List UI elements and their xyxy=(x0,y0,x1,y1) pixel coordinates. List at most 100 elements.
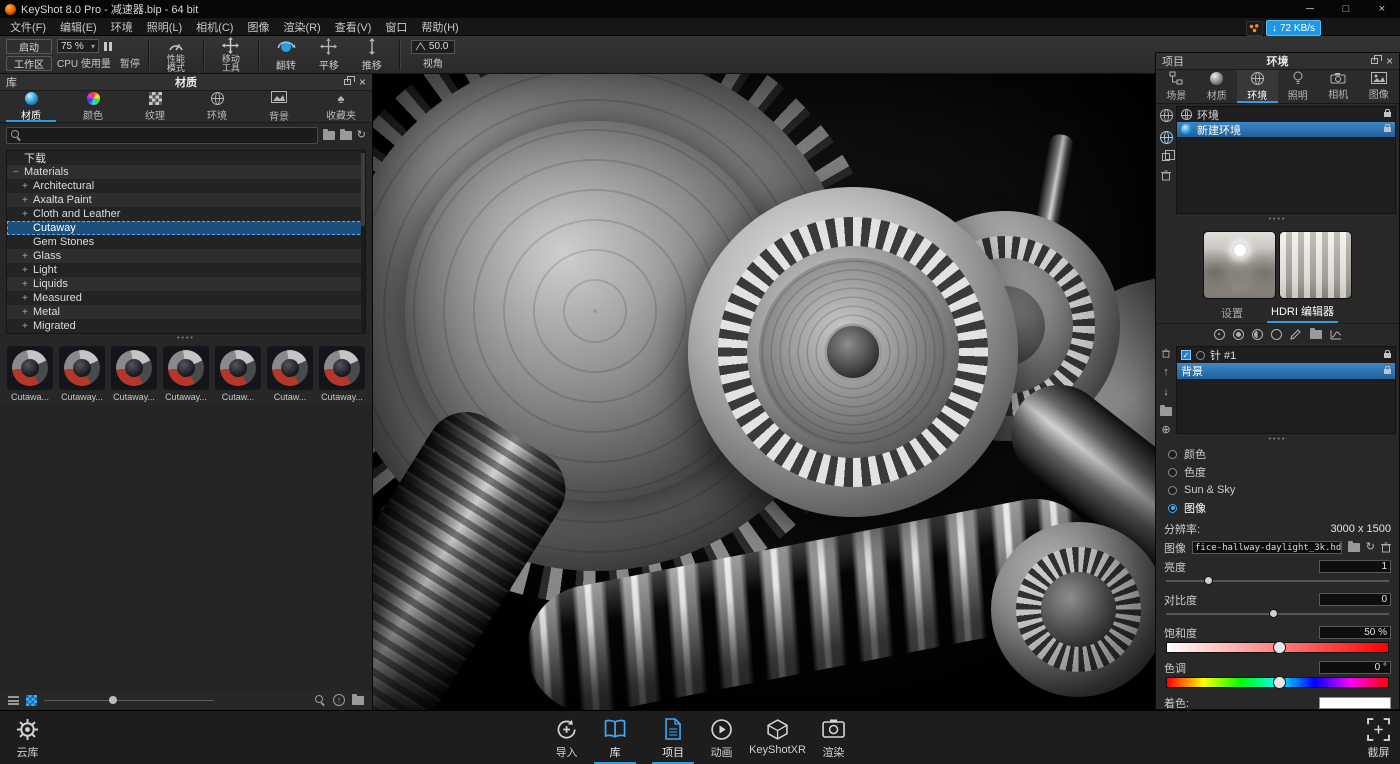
tree-item-migrated[interactable]: +Migrated xyxy=(7,319,365,333)
tree-item-materials[interactable]: −Materials xyxy=(7,165,365,179)
list-view-icon[interactable] xyxy=(8,696,19,705)
image-file-field[interactable]: fice-hallway-daylight_3k.hdz xyxy=(1192,541,1342,554)
grid-view-icon[interactable] xyxy=(26,695,37,706)
lock-icon[interactable] xyxy=(1384,353,1391,358)
slider-handle[interactable] xyxy=(109,696,117,704)
color-pin-icon[interactable] xyxy=(1271,329,1282,340)
menu-item-edit[interactable]: 编辑(E) xyxy=(53,19,104,35)
project-button[interactable]: 项目 xyxy=(652,716,694,764)
folder-icon[interactable] xyxy=(1310,330,1322,339)
tab-camera[interactable]: 相机 xyxy=(1318,70,1359,103)
tab-textures[interactable]: 纹理 xyxy=(124,91,186,122)
pause-icon[interactable] xyxy=(104,42,112,51)
tree-item-axalta-paint[interactable]: +Axalta Paint xyxy=(7,193,365,207)
tree-item-liquids[interactable]: +Liquids xyxy=(7,277,365,291)
tree-item-downloads[interactable]: 下载 xyxy=(7,151,365,165)
menu-item-render[interactable]: 渲染(R) xyxy=(276,19,327,35)
material-thumb[interactable]: Cutaway... xyxy=(318,346,366,402)
tab-colors[interactable]: 颜色 xyxy=(62,91,124,122)
tree-item-light[interactable]: +Light xyxy=(7,263,365,277)
tab-favorites[interactable]: ♠ 收藏夹 xyxy=(310,91,372,122)
splitter-grip[interactable] xyxy=(1156,436,1399,443)
saturation-slider[interactable] xyxy=(1166,642,1389,653)
cloud-library-button[interactable]: 云库 xyxy=(16,716,39,760)
sun-pin-icon[interactable] xyxy=(1214,329,1225,340)
tab-environment[interactable]: 环境 xyxy=(1237,70,1278,103)
hdri-edit-thumbnail[interactable] xyxy=(1203,231,1276,299)
close-panel-icon[interactable]: × xyxy=(1386,56,1393,66)
contrast-slider[interactable] xyxy=(1166,609,1389,619)
hue-slider[interactable] xyxy=(1166,677,1389,688)
folder-icon[interactable] xyxy=(1160,407,1172,416)
menu-item-window[interactable]: 窗口 xyxy=(378,19,414,35)
tab-lighting[interactable]: 照明 xyxy=(1278,70,1319,103)
screenshot-button[interactable]: 截屏 xyxy=(1367,716,1390,760)
tab-scene[interactable]: 场景 xyxy=(1156,70,1197,103)
material-thumb[interactable]: Cutaw... xyxy=(214,346,262,402)
image-pin-icon[interactable] xyxy=(1233,329,1244,340)
start-button[interactable]: 启动 xyxy=(6,39,52,54)
tree-item-measured[interactable]: +Measured xyxy=(7,291,365,305)
menu-item-image[interactable]: 图像 xyxy=(240,19,276,35)
move-up-icon[interactable]: ↑ xyxy=(1163,367,1169,378)
thumbnail-size-slider[interactable] xyxy=(44,695,214,705)
graph-icon[interactable] xyxy=(1330,329,1342,340)
slider-handle[interactable] xyxy=(1204,576,1213,585)
refresh-icon[interactable]: ↻ xyxy=(357,130,366,141)
menu-item-environment[interactable]: 环境 xyxy=(104,19,140,35)
zoom-icon[interactable] xyxy=(315,695,326,706)
delete-icon[interactable] xyxy=(1381,542,1391,553)
menu-item-file[interactable]: 文件(F) xyxy=(3,19,53,35)
render-button[interactable]: 渲染 xyxy=(822,716,845,764)
saturation-input[interactable]: 50 % xyxy=(1319,626,1391,639)
tree-item-glass[interactable]: +Glass xyxy=(7,249,365,263)
animation-button[interactable]: 动画 xyxy=(710,716,733,764)
tab-material[interactable]: 材质 xyxy=(1197,70,1238,103)
tree-item-cutaway[interactable]: Cutaway xyxy=(7,221,365,235)
menu-item-camera[interactable]: 相机(C) xyxy=(189,19,240,35)
pin-visibility-checkbox[interactable]: ✓ xyxy=(1181,350,1191,360)
cpu-percent-select[interactable]: 75 % ▾ xyxy=(57,39,99,53)
refresh-icon[interactable]: ↻ xyxy=(1366,542,1375,553)
material-thumb[interactable]: Cutaway... xyxy=(58,346,106,402)
target-icon[interactable]: ⊕ xyxy=(1161,425,1170,436)
realtime-viewport[interactable] xyxy=(373,74,1155,710)
tab-backplates[interactable]: 背景 xyxy=(248,91,310,122)
splitter-grip[interactable] xyxy=(0,334,372,342)
browse-folder-icon[interactable] xyxy=(1348,543,1360,552)
contrast-input[interactable]: 0 xyxy=(1319,593,1391,606)
pause-label[interactable]: 暂停 xyxy=(120,55,140,70)
splitter-grip[interactable] xyxy=(1156,216,1399,223)
hdri-source-thumbnail[interactable] xyxy=(1279,231,1352,299)
import-button[interactable]: 导入 xyxy=(555,716,578,764)
move-down-icon[interactable]: ↓ xyxy=(1163,387,1169,398)
tumble-tool-button[interactable]: 翻转 xyxy=(267,38,305,72)
close-button[interactable]: × xyxy=(1364,0,1400,18)
menu-item-lighting[interactable]: 照明(L) xyxy=(140,19,189,35)
workspace-button[interactable]: 工作区 xyxy=(6,56,52,71)
hue-input[interactable]: 0 ° xyxy=(1319,661,1391,674)
slider-handle[interactable] xyxy=(1273,676,1286,689)
delete-icon[interactable] xyxy=(1161,349,1171,358)
gradient-pin-icon[interactable] xyxy=(1252,329,1263,340)
material-thumb[interactable]: Cutaway... xyxy=(162,346,210,402)
add-environment-icon[interactable] xyxy=(1160,131,1173,144)
performance-mode-button[interactable]: 性能模式 xyxy=(157,36,195,73)
pan-tool-button[interactable]: 平移 xyxy=(310,38,348,72)
tab-materials[interactable]: 材质 xyxy=(0,91,62,122)
tint-color-swatch[interactable] xyxy=(1319,697,1391,709)
keyshotxr-button[interactable]: KeyShotXR xyxy=(749,716,806,764)
radio-image[interactable]: 图像 xyxy=(1156,499,1399,517)
menu-item-help[interactable]: 帮助(H) xyxy=(414,19,465,35)
fov-input[interactable]: 50.0 xyxy=(411,40,455,54)
radio-color[interactable]: 颜色 xyxy=(1156,445,1399,463)
dolly-tool-button[interactable]: 推移 xyxy=(353,38,391,72)
tree-item-metal[interactable]: +Metal xyxy=(7,305,365,319)
tab-environments[interactable]: 环境 xyxy=(186,91,248,122)
search-box[interactable] xyxy=(6,127,318,144)
environment-icon[interactable] xyxy=(1160,109,1173,122)
tree-item-gem-stones[interactable]: Gem Stones xyxy=(7,235,365,249)
slider-handle[interactable] xyxy=(1273,641,1286,654)
maximize-button[interactable]: □ xyxy=(1328,0,1364,18)
delete-icon[interactable] xyxy=(1161,170,1171,181)
